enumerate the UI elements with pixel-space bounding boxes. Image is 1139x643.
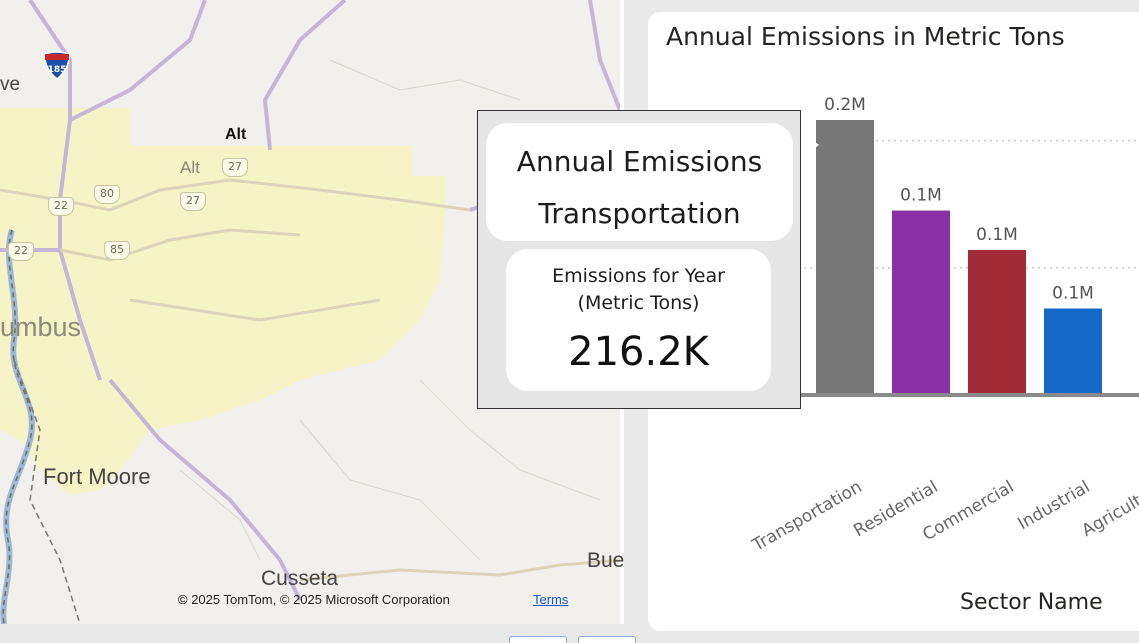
terms-link[interactable]: Terms <box>533 592 568 607</box>
page-nav-button-b[interactable] <box>578 636 636 643</box>
data-label-commercial: 0.1M <box>976 225 1018 245</box>
interstate-185-label: 185 <box>48 65 67 75</box>
route-85-shield: 85 <box>104 241 130 260</box>
x-axis-title: Sector Name <box>960 590 1103 615</box>
place-label-alt-top: Alt <box>225 126 247 143</box>
us-80-shield: 80 <box>94 185 120 204</box>
tooltip-title-line1: Annual Emissions <box>516 145 763 178</box>
map-attribution: © 2025 TomTom, © 2025 Microsoft Corporat… <box>178 592 450 607</box>
us-27-shield-b: 27 <box>180 192 206 211</box>
tooltip: Annual Emissions Transportation Emission… <box>477 110 801 409</box>
tooltip-card: Emissions for Year (Metric Tons) 216.2K <box>506 249 771 391</box>
bar-industrial[interactable] <box>1044 308 1102 395</box>
bar-residential[interactable] <box>892 210 950 395</box>
bar-transportation[interactable] <box>816 119 874 396</box>
tooltip-label-line2: (Metric Tons) <box>577 292 700 314</box>
tooltip-pointer-arrow <box>801 132 819 158</box>
tooltip-title: Annual Emissions Transportation <box>486 136 793 240</box>
tooltip-header: Annual Emissions Transportation <box>486 123 793 241</box>
tooltip-label-line1: Emissions for Year <box>552 265 725 287</box>
place-label-cusseta: Cusseta <box>261 567 339 590</box>
route-22-shield-a: 22 <box>48 197 74 216</box>
tooltip-title-line2: Transportation <box>538 197 741 230</box>
route-22-shield-b: 22 <box>8 242 34 261</box>
data-label-residential: 0.1M <box>900 186 942 206</box>
place-label-columbus: umbus <box>0 312 82 342</box>
tooltip-value: 216.2K <box>568 329 709 375</box>
x-tick-transportation: Transportation <box>748 477 865 556</box>
data-label-transportation: 0.2M <box>824 95 866 115</box>
us-27-shield-a: 27 <box>222 158 248 177</box>
data-label-industrial: 0.1M <box>1052 284 1094 304</box>
page-nav-button-a[interactable] <box>509 636 567 643</box>
place-label-bue: Bue <box>587 549 624 572</box>
tooltip-card-label: Emissions for Year (Metric Tons) <box>506 263 771 317</box>
bar-commercial[interactable] <box>968 249 1026 395</box>
place-label-fort-moore: Fort Moore <box>43 464 151 489</box>
place-label-ve: ve <box>0 74 21 95</box>
place-label-alt-mid: Alt <box>180 158 200 177</box>
interstate-185-shield: 185 <box>44 51 70 80</box>
